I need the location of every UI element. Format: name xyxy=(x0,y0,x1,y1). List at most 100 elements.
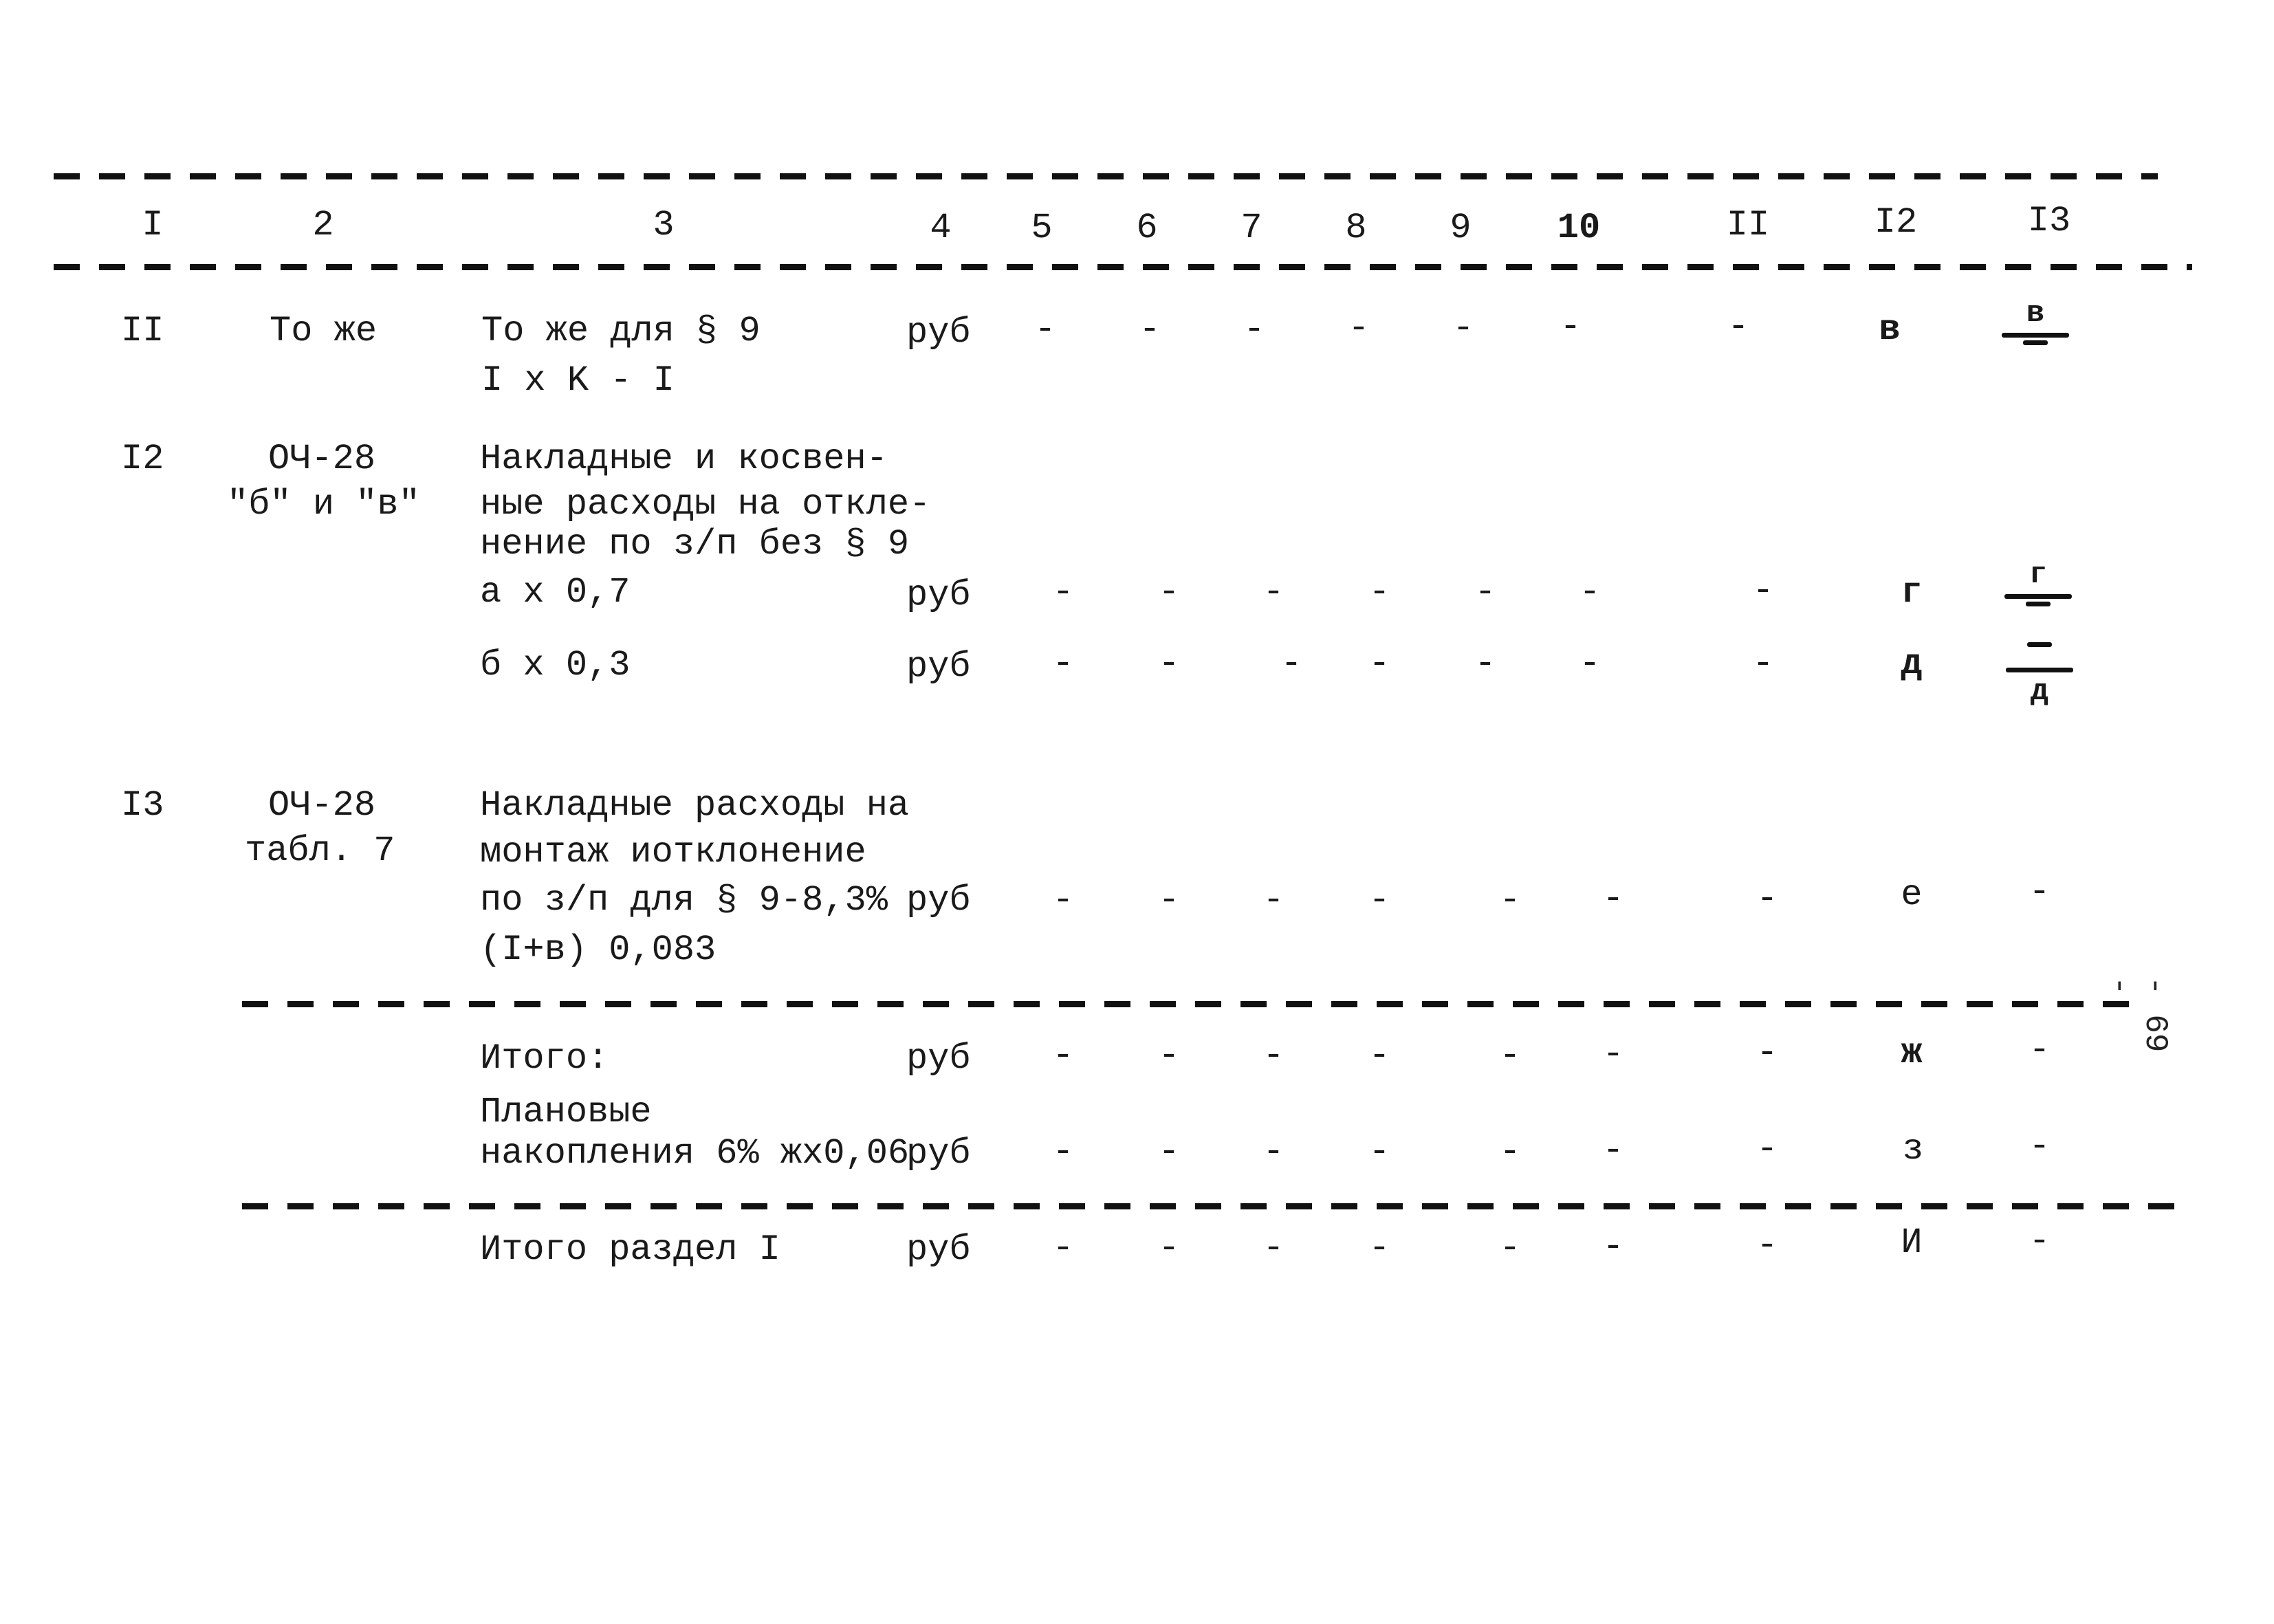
header-bottom-rule xyxy=(54,264,2192,270)
cell-col6: - xyxy=(1158,1035,1180,1076)
section-total-label: Итого раздел I xyxy=(480,1229,780,1270)
cell-col13-fraction: в xyxy=(1998,297,2073,348)
header-top-rule xyxy=(54,173,2158,179)
col-header-8: 8 xyxy=(1345,208,1367,248)
cell-col13-fraction: д xyxy=(2002,628,2077,708)
cell-col12: ж xyxy=(1901,1033,1923,1073)
cell-col5: - xyxy=(1052,1228,1074,1269)
cell-col8: - xyxy=(1368,880,1390,921)
cell-col12: г xyxy=(1901,572,1923,613)
cell-col9: - xyxy=(1499,880,1521,921)
section-total-unit: руб xyxy=(906,1229,971,1270)
cell-col7: - xyxy=(1262,880,1284,921)
total-label: накопления 6% жx0,06 xyxy=(480,1133,910,1174)
fraction-numerator: в xyxy=(2026,296,2045,331)
row-reference: То же xyxy=(270,311,378,351)
col-header-9: 9 xyxy=(1450,208,1472,248)
cell-col12: д xyxy=(1901,644,1923,684)
fraction-numerator: г xyxy=(2029,558,2048,592)
cell-col10: - xyxy=(1560,307,1582,347)
cell-col9: - xyxy=(1452,308,1474,349)
total-unit: руб xyxy=(906,1133,971,1174)
subrow-description: б x 0,3 xyxy=(480,645,631,685)
row-description: Накладные расходы на xyxy=(480,785,910,826)
cell-col11: - xyxy=(1727,307,1749,347)
totals-rule xyxy=(242,1001,2147,1007)
cell-col9: - xyxy=(1499,1228,1521,1269)
cell-col9: - xyxy=(1474,644,1496,684)
cell-col8: - xyxy=(1368,644,1390,684)
cell-col11: - xyxy=(1756,1225,1778,1266)
cell-col5: - xyxy=(1034,309,1056,350)
col-header-4: 4 xyxy=(930,208,952,248)
cell-col11: - xyxy=(1756,879,1778,919)
cell-col10: - xyxy=(1602,1034,1624,1075)
cell-col7: - xyxy=(1262,1228,1284,1269)
section-total-rule xyxy=(242,1203,2181,1209)
fraction-denominator: д xyxy=(2030,674,2049,709)
fraction-numerator-dash xyxy=(2027,642,2052,647)
row-reference: табл. 7 xyxy=(245,831,395,871)
cell-col6: - xyxy=(1158,644,1180,684)
row-description: по з/п для § 9-8,3% xyxy=(480,880,888,921)
row-description: (I+в) 0,083 xyxy=(480,930,717,970)
cell-col12: И xyxy=(1901,1222,1923,1263)
cell-col11: - xyxy=(1756,1033,1778,1073)
cell-col7: - xyxy=(1262,1035,1284,1076)
total-label: Итого: xyxy=(480,1038,609,1079)
cell-col9: - xyxy=(1499,1035,1521,1076)
row-description: ные расходы на откле- xyxy=(480,484,931,525)
cell-col7: - xyxy=(1280,644,1302,684)
cell-col13: - xyxy=(2029,1126,2051,1167)
col-header-1: I xyxy=(142,205,164,245)
cell-col12: е xyxy=(1901,875,1923,915)
fraction-bar xyxy=(2006,668,2073,672)
cell-col8: - xyxy=(1368,1035,1390,1076)
row-number: II xyxy=(121,311,164,351)
cell-col10: - xyxy=(1579,572,1601,613)
fraction-denominator-dash xyxy=(2023,340,2048,345)
cell-col6: - xyxy=(1158,572,1180,613)
cell-col10: - xyxy=(1602,1227,1624,1267)
cell-col7: - xyxy=(1262,572,1284,613)
cell-col5: - xyxy=(1052,880,1074,921)
cell-col10: - xyxy=(1602,879,1624,919)
subrow-unit: руб xyxy=(906,646,971,687)
row-number: I2 xyxy=(121,439,164,479)
row-description: нение по з/п без § 9 xyxy=(480,524,910,564)
row-reference: "б" и "в" xyxy=(227,484,420,525)
cell-col7: - xyxy=(1243,309,1265,350)
cell-col11: - xyxy=(1752,644,1774,684)
col-header-6: 6 xyxy=(1136,208,1158,248)
row-reference: ОЧ-28 xyxy=(268,785,376,826)
col-header-10: 10 xyxy=(1557,208,1601,248)
cell-col8: - xyxy=(1368,1228,1390,1269)
row-description: I x K - I xyxy=(481,360,675,401)
cell-col9: - xyxy=(1474,572,1496,613)
cell-col12: з xyxy=(1902,1129,1924,1170)
cell-col6: - xyxy=(1139,309,1161,350)
cell-col13: - xyxy=(2029,1221,2051,1262)
fraction-denominator-dash xyxy=(2026,602,2051,606)
col-header-11: II xyxy=(1726,205,1770,245)
col-header-12: I2 xyxy=(1874,202,1918,243)
cell-col5: - xyxy=(1052,644,1074,684)
row-number: I3 xyxy=(121,785,164,826)
subrow-unit: руб xyxy=(906,575,971,615)
col-header-3: 3 xyxy=(653,205,675,245)
row-description: Накладные и косвен- xyxy=(480,439,888,479)
col-header-5: 5 xyxy=(1031,208,1053,248)
page-number-margin: - 69 - xyxy=(2101,976,2173,1053)
col-header-2: 2 xyxy=(312,205,334,245)
cell-col13: - xyxy=(2029,1030,2051,1071)
cell-col7: - xyxy=(1262,1132,1284,1172)
cell-col9: - xyxy=(1499,1132,1521,1172)
row-reference: ОЧ-28 xyxy=(268,439,376,479)
cell-col8: - xyxy=(1348,308,1370,349)
cell-col5: - xyxy=(1052,572,1074,613)
cell-col10: - xyxy=(1602,1130,1624,1171)
row-unit: руб xyxy=(906,312,971,353)
row-description: монтаж иотклонение xyxy=(480,832,866,873)
cell-col10: - xyxy=(1579,644,1601,684)
total-unit: руб xyxy=(906,1038,971,1079)
